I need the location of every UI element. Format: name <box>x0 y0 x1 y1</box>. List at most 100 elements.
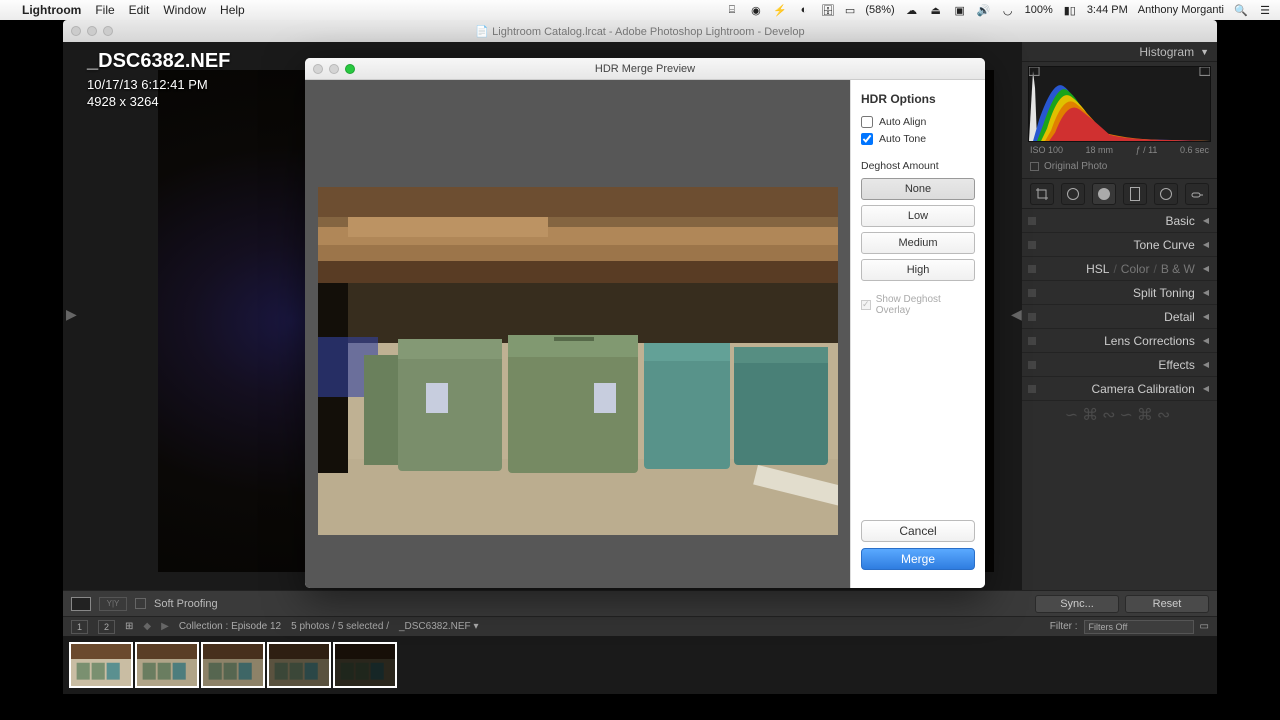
thumbnail[interactable] <box>201 642 265 688</box>
collection-path[interactable]: Collection : Episode 12 <box>179 621 281 632</box>
menubar-clock[interactable]: 3:44 PM <box>1087 4 1128 16</box>
menu-edit[interactable]: Edit <box>129 3 150 17</box>
grid-icon[interactable]: ⊞ <box>125 621 133 632</box>
auto-tone-checkbox[interactable]: Auto Tone <box>861 133 975 145</box>
histogram-label: Histogram <box>1139 45 1194 59</box>
cloud-icon[interactable]: ☁ <box>905 3 919 17</box>
nav-fwd-icon[interactable]: ▶ <box>161 621 169 632</box>
cc-icon[interactable]: ◉ <box>749 3 763 17</box>
panel-label: Lens Corrections <box>1104 334 1195 348</box>
panel-detail[interactable]: Detail◀ <box>1022 305 1217 329</box>
panel-effects[interactable]: Effects◀ <box>1022 353 1217 377</box>
panel-hsl[interactable]: HSL/Color/B & W◀ <box>1022 257 1217 281</box>
meta-aperture: ƒ / 11 <box>1136 145 1158 155</box>
reset-button[interactable]: Reset <box>1125 595 1209 613</box>
thumbnail[interactable] <box>333 642 397 688</box>
current-file-label: _DSC6382.NEF <box>399 621 471 632</box>
panel-end-ornament: ∽⌘∾∽⌘∾ <box>1022 401 1217 429</box>
dropbox-icon[interactable]: ⌸ <box>725 3 739 17</box>
loupe-info: _DSC6382.NEF 10/17/13 6:12:41 PM 4928 x … <box>87 50 230 109</box>
checkbox-icon <box>1030 162 1039 171</box>
close-dot-icon[interactable] <box>313 64 323 74</box>
meta-focal: 18 mm <box>1086 145 1114 155</box>
brush-tool[interactable] <box>1185 183 1209 205</box>
expand-right-icon[interactable]: ◀ <box>1011 306 1019 326</box>
redeye-tool[interactable] <box>1092 183 1116 205</box>
crop-tool[interactable] <box>1030 183 1054 205</box>
panel-tonecurve[interactable]: Tone Curve◀ <box>1022 233 1217 257</box>
histogram-header[interactable]: Histogram▼ <box>1022 42 1217 62</box>
loupe-view-icon[interactable] <box>71 597 91 611</box>
dialog-titlebar[interactable]: HDR Merge Preview <box>305 58 985 80</box>
develop-right-panel: Histogram▼ ISO 100 18 mm ƒ / 11 0. <box>1022 42 1217 590</box>
hdr-merge-dialog: HDR Merge Preview <box>305 58 985 588</box>
min-dot-icon[interactable] <box>329 64 339 74</box>
deghost-none[interactable]: None <box>861 178 975 200</box>
eject-icon[interactable]: ⏏ <box>929 3 943 17</box>
spot-tool[interactable] <box>1061 183 1085 205</box>
panel-splittoning[interactable]: Split Toning◀ <box>1022 281 1217 305</box>
panel-lenscorrections[interactable]: Lens Corrections◀ <box>1022 329 1217 353</box>
current-file[interactable]: _DSC6382.NEF ▾ <box>399 621 479 632</box>
panel-basic[interactable]: Basic◀ <box>1022 209 1217 233</box>
filter-lock-icon[interactable]: ▭ <box>1200 621 1209 632</box>
histogram-meta: ISO 100 18 mm ƒ / 11 0.6 sec <box>1022 142 1217 158</box>
battery-2-icon[interactable]: ▮▯ <box>1063 3 1077 17</box>
filter-select[interactable]: Filters Off <box>1084 620 1194 634</box>
vpn-icon[interactable]: ⚡ <box>773 3 787 17</box>
second-display-icon[interactable]: 2 <box>98 620 115 634</box>
show-deghost-overlay: Show Deghost Overlay <box>861 294 975 316</box>
sync-button[interactable]: Sync... <box>1035 595 1119 613</box>
before-after-icon[interactable]: Y|Y <box>99 597 127 611</box>
auto-tone-label: Auto Tone <box>879 133 926 145</box>
grad-tool[interactable] <box>1123 183 1147 205</box>
expand-left-icon[interactable]: ▶ <box>66 306 74 326</box>
menu-help[interactable]: Help <box>220 3 245 17</box>
spotlight-icon[interactable]: 🔍 <box>1234 3 1248 17</box>
volume-icon[interactable]: 🔊 <box>977 3 991 17</box>
window-titlebar: 📄 Lightroom Catalog.lrcat - Adobe Photos… <box>63 20 1217 42</box>
battery-1-pct: (58%) <box>865 4 894 16</box>
deghost-high[interactable]: High <box>861 259 975 281</box>
menubar-user[interactable]: Anthony Morganti <box>1138 4 1224 16</box>
radial-tool[interactable] <box>1154 183 1178 205</box>
panel-label: Basic <box>1166 214 1195 228</box>
traffic-lights[interactable] <box>71 26 113 36</box>
wifi-icon[interactable]: ◡ <box>1001 3 1015 17</box>
softproof-checkbox[interactable] <box>135 598 146 609</box>
original-photo-toggle[interactable]: Original Photo <box>1022 158 1217 179</box>
thumbnail[interactable] <box>135 642 199 688</box>
menu-file[interactable]: File <box>95 3 114 17</box>
sync-icon[interactable]: ◐ <box>797 3 811 17</box>
display-icon[interactable]: ▣ <box>953 3 967 17</box>
thumbnail[interactable] <box>69 642 133 688</box>
deghost-low[interactable]: Low <box>861 205 975 227</box>
auto-align-checkbox[interactable]: Auto Align <box>861 116 975 128</box>
backup-icon[interactable]: 🗄 <box>821 3 835 17</box>
deghost-label: Deghost Amount <box>861 160 975 172</box>
filter-label: Filter : <box>1050 621 1078 632</box>
histogram-display[interactable] <box>1028 66 1211 142</box>
notifications-icon[interactable]: ☰ <box>1258 3 1272 17</box>
cancel-button[interactable]: Cancel <box>861 520 975 542</box>
panel-cameracalibration[interactable]: Camera Calibration◀ <box>1022 377 1217 401</box>
app-menu[interactable]: Lightroom <box>22 3 81 17</box>
battery-2-pct: 100% <box>1025 4 1053 16</box>
photo-count: 5 photos / 5 selected / <box>291 621 389 632</box>
hdr-options-header: HDR Options <box>861 92 975 106</box>
softproof-label: Soft Proofing <box>154 598 218 610</box>
auto-align-label: Auto Align <box>879 116 926 128</box>
filmstrip[interactable] <box>63 636 1217 694</box>
merge-button[interactable]: Merge <box>861 548 975 570</box>
thumbnail[interactable] <box>267 642 331 688</box>
info-filename: _DSC6382.NEF <box>87 50 230 73</box>
nav-back-icon[interactable]: ◆ <box>143 621 151 632</box>
panel-label: Effects <box>1158 358 1194 372</box>
battery-1-icon[interactable]: ▭ <box>845 4 855 17</box>
info-dimensions: 4928 x 3264 <box>87 94 230 109</box>
zoom-dot-icon[interactable] <box>345 64 355 74</box>
menu-window[interactable]: Window <box>163 3 206 17</box>
main-display-icon[interactable]: 1 <box>71 620 88 634</box>
deghost-overlay-label: Show Deghost Overlay <box>876 294 975 316</box>
deghost-medium[interactable]: Medium <box>861 232 975 254</box>
